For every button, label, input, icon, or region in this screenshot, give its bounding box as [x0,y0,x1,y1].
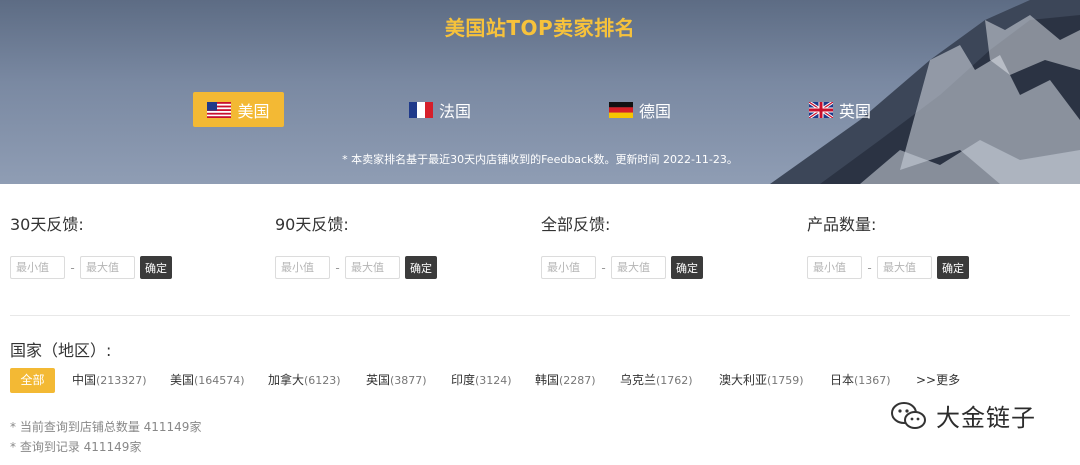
header-banner: 美国站TOP卖家排名 美国 法国 德国 英国 * 本卖家排名基于最近30天内店铺… [0,0,1080,184]
watermark-text: 大金链子 [936,404,1036,432]
filter-range: - 确定 [541,256,703,279]
range-dash: - [335,260,340,275]
country-count: (1367) [854,374,891,387]
tab-uk[interactable]: 英国 [800,92,880,127]
range-dash: - [70,260,75,275]
confirm-button[interactable]: 确定 [671,256,703,279]
filter-range: - 确定 [807,256,969,279]
country-name: 澳大利亚 [719,373,768,387]
de-flag-icon [608,101,633,118]
tab-us-label: 美国 [237,101,270,121]
country-name: 加拿大 [268,373,305,387]
filter-range: - 确定 [275,256,437,279]
country-name: 英国 [366,373,391,387]
range-dash: - [601,260,606,275]
country-count: (213327) [96,374,147,387]
country-name: 美国 [170,373,195,387]
country-count: (1759) [767,374,804,387]
filter-label: 30天反馈: [10,215,84,234]
watermark: 大金链子 [890,398,1036,433]
min-value-input[interactable] [275,256,330,279]
min-value-input[interactable] [10,256,65,279]
country-item-usa[interactable]: 美国(164574) [170,368,245,393]
country-count: (3877) [390,374,427,387]
country-count: (2287) [559,374,596,387]
country-name: 印度 [451,373,476,387]
country-name: 日本 [830,373,855,387]
country-count: (3124) [475,374,512,387]
wechat-icon [891,401,926,429]
tab-fr[interactable]: 法国 [400,92,480,127]
total-stores-count: * 当前查询到店铺总数量 411149家 [10,420,202,434]
tab-de-label: 德国 [638,101,671,121]
country-count: (1762) [656,374,693,387]
country-name: 韩国 [535,373,560,387]
country-item-australia[interactable]: 澳大利亚(1759) [719,368,804,393]
tab-us[interactable]: 美国 [193,92,284,127]
filter-product-count: 产品数量: - 确定 [807,214,1047,279]
uk-flag-icon [808,101,833,118]
country-item-canada[interactable]: 加拿大(6123) [268,368,341,393]
more-countries-link[interactable]: >>更多 [916,368,960,393]
filter-range: - 确定 [10,256,172,279]
ranking-note: * 本卖家排名基于最近30天内店铺收到的Feedback数。更新时间 2022-… [342,153,738,166]
confirm-button[interactable]: 确定 [937,256,969,279]
max-value-input[interactable] [80,256,135,279]
tab-de[interactable]: 德国 [600,92,680,127]
filter-30day-feedback: 30天反馈: - 确定 [10,214,250,279]
tab-uk-label: 英国 [838,101,871,121]
country-filter-list: 全部 中国(213327) 美国(164574) 加拿大(6123) 英国(38… [10,368,1070,393]
country-name: 中国 [72,373,97,387]
query-records-count: * 查询到记录 411149家 [10,440,142,454]
filter-90day-feedback: 90天反馈: - 确定 [275,214,515,279]
country-item-india[interactable]: 印度(3124) [451,368,512,393]
confirm-button[interactable]: 确定 [405,256,437,279]
country-item-japan[interactable]: 日本(1367) [830,368,891,393]
country-item-uk[interactable]: 英国(3877) [366,368,427,393]
max-value-input[interactable] [877,256,932,279]
filter-label: 全部反馈: [541,215,611,234]
tab-fr-label: 法国 [438,101,471,121]
country-item-china[interactable]: 中国(213327) [72,368,147,393]
min-value-input[interactable] [541,256,596,279]
max-value-input[interactable] [345,256,400,279]
country-label: 国家（地区）: [10,341,112,360]
country-count: (164574) [194,374,245,387]
range-dash: - [867,260,872,275]
country-name: 乌克兰 [620,373,657,387]
filter-label: 产品数量: [807,215,877,234]
country-all-button[interactable]: 全部 [10,368,55,393]
max-value-input[interactable] [611,256,666,279]
country-count: (6123) [304,374,341,387]
filter-total-feedback: 全部反馈: - 确定 [541,214,781,279]
section-divider [10,315,1070,316]
filter-label: 90天反馈: [275,215,349,234]
fr-flag-icon [408,101,433,118]
confirm-button[interactable]: 确定 [140,256,172,279]
country-item-ukraine[interactable]: 乌克兰(1762) [620,368,693,393]
min-value-input[interactable] [807,256,862,279]
banner-title: 美国站TOP卖家排名 [444,16,636,40]
country-item-korea[interactable]: 韩国(2287) [535,368,596,393]
us-flag-icon [207,101,232,118]
